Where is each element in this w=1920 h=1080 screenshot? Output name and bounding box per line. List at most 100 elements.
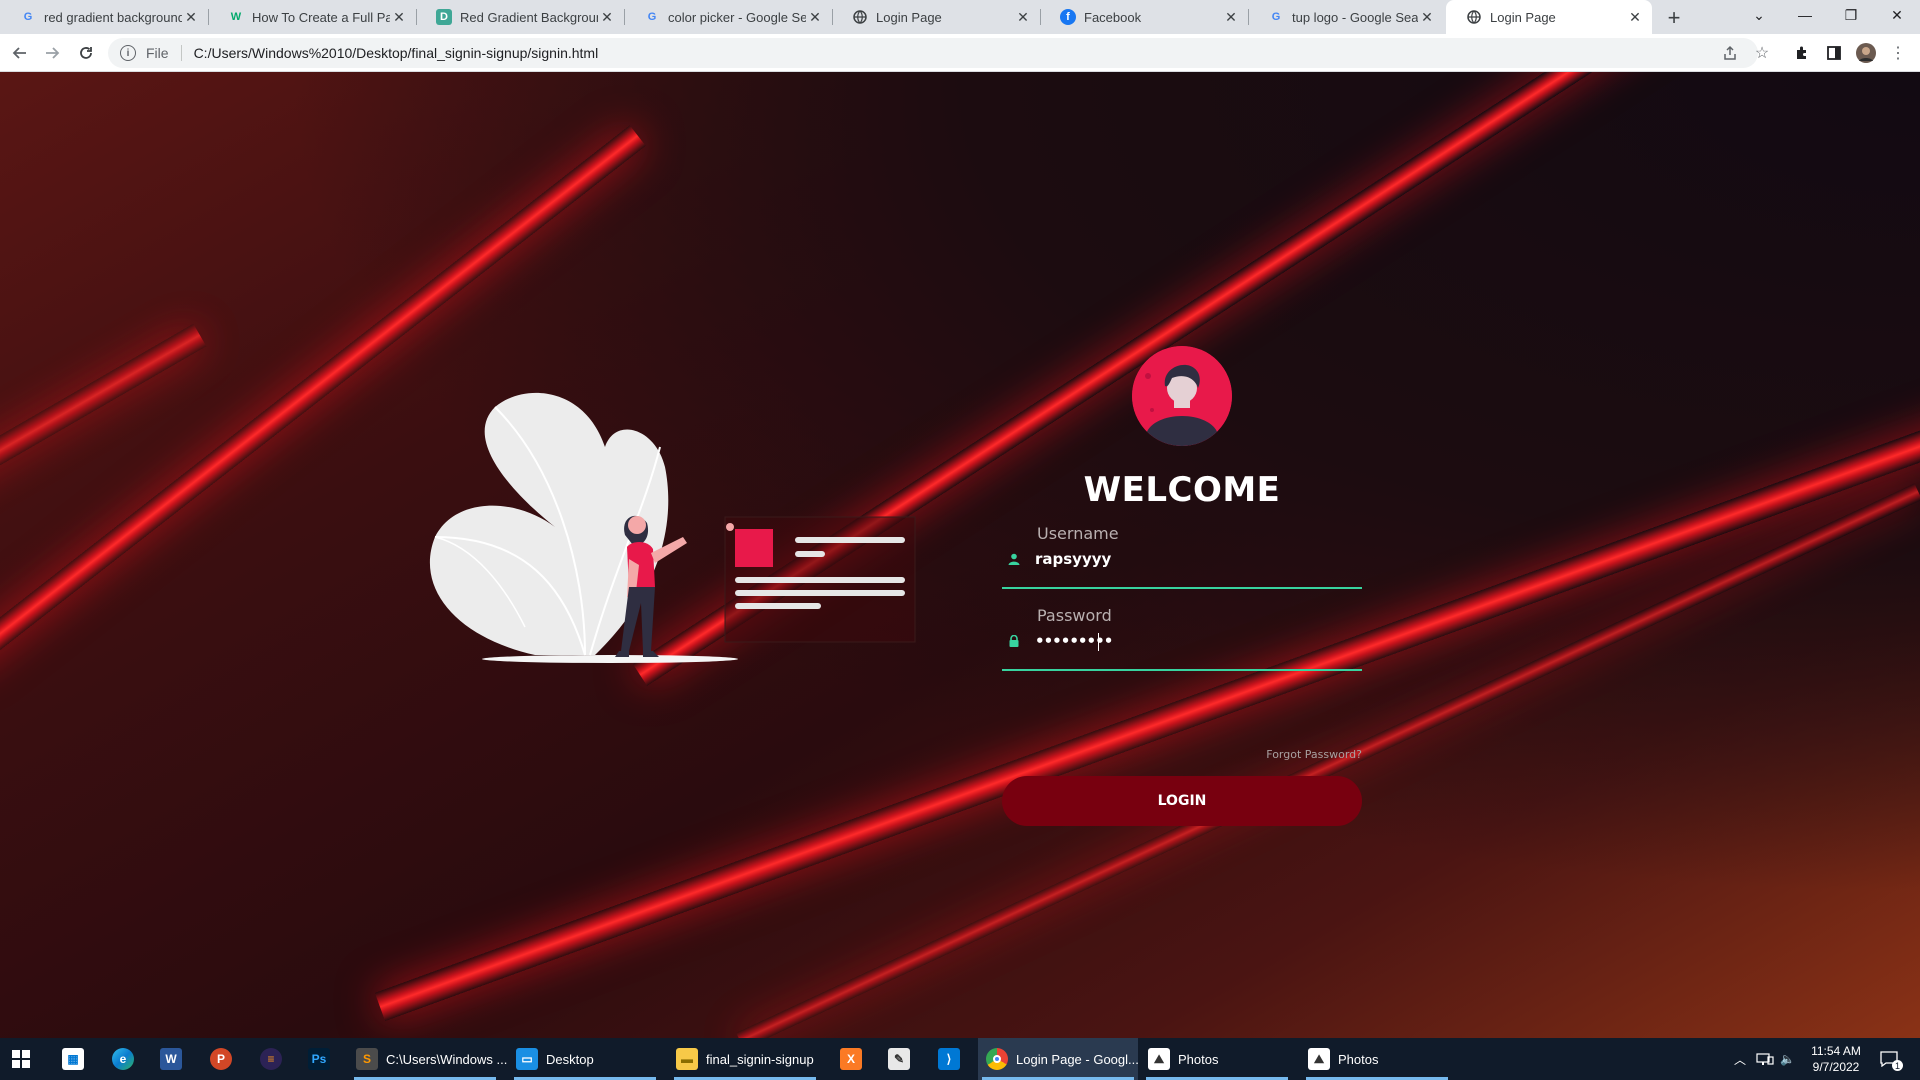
- window-close-icon[interactable]: ✕: [1874, 0, 1920, 30]
- vscode-app[interactable]: ⟩: [938, 1038, 960, 1080]
- username-input[interactable]: rapsyyyy: [1035, 550, 1111, 568]
- globe-icon: [852, 9, 868, 25]
- notepad-app[interactable]: ✎: [888, 1038, 910, 1080]
- login-page: WELCOME Username rapsyyyy Password •••••…: [0, 72, 1920, 1038]
- google-icon: G: [647, 11, 657, 23]
- tab-red-gradient-search[interactable]: G red gradient background - ✕: [0, 0, 208, 34]
- profile-avatar[interactable]: [1854, 41, 1878, 65]
- minimize-icon[interactable]: —: [1782, 0, 1828, 30]
- share-icon[interactable]: [1718, 41, 1742, 65]
- tray-overflow-icon[interactable]: ︿: [1734, 1038, 1746, 1080]
- vscode-icon: ⟩: [938, 1048, 960, 1070]
- photos-window-2[interactable]: ⛰ Photos: [1302, 1038, 1452, 1080]
- notepad-icon: ✎: [888, 1048, 910, 1070]
- tab-title: Login Page: [1490, 9, 1556, 25]
- tab-search-icon[interactable]: ⌄: [1736, 0, 1782, 30]
- explorer-window[interactable]: ▬ final_signin-signup: [670, 1038, 820, 1080]
- xampp-app[interactable]: X: [840, 1038, 862, 1080]
- info-icon[interactable]: i: [120, 45, 136, 61]
- reload-icon[interactable]: [74, 41, 98, 65]
- facebook-icon: f: [1060, 9, 1076, 25]
- photoshop-app[interactable]: Ps: [308, 1038, 330, 1080]
- taskbar-label: Login Page - Googl...: [1016, 1051, 1139, 1067]
- volume-icon[interactable]: 🔈: [1780, 1038, 1795, 1080]
- photos-icon: ⛰: [1148, 1048, 1170, 1070]
- notification-center[interactable]: 1: [1880, 1038, 1903, 1080]
- windows-start-icon: [12, 1050, 30, 1068]
- tab-tup-logo[interactable]: G tup logo - Google Search ✕: [1248, 0, 1444, 34]
- password-input[interactable]: •••••••••: [1035, 632, 1113, 650]
- restore-icon[interactable]: ❐: [1828, 0, 1874, 30]
- edge-app[interactable]: e: [112, 1038, 134, 1080]
- sublime-window[interactable]: S C:\Users\Windows ...: [350, 1038, 507, 1080]
- red-light-beam: [0, 323, 207, 497]
- word-icon: W: [160, 1048, 182, 1070]
- new-tab-button[interactable]: +: [1660, 4, 1688, 32]
- login-button[interactable]: LOGIN: [1002, 776, 1362, 826]
- user-avatar-icon: [1132, 346, 1232, 446]
- globe-icon: [1466, 9, 1482, 25]
- tab-title: red gradient background -: [44, 9, 182, 25]
- google-icon: G: [1271, 11, 1281, 23]
- url-text[interactable]: C:/Users/Windows%2010/Desktop/final_sign…: [194, 45, 599, 61]
- close-icon[interactable]: ✕: [598, 8, 616, 26]
- tab-facebook[interactable]: f Facebook ✕: [1040, 0, 1248, 34]
- text-cursor: [1098, 633, 1099, 651]
- close-icon[interactable]: ✕: [1222, 8, 1240, 26]
- start-button[interactable]: [12, 1038, 30, 1080]
- side-panel-icon[interactable]: [1822, 41, 1846, 65]
- tab-title: Login Page: [876, 9, 942, 25]
- xampp-icon: X: [840, 1048, 862, 1070]
- password-underline: [1002, 669, 1362, 671]
- bookmark-star-icon[interactable]: ☆: [1750, 41, 1774, 65]
- tab-login-page[interactable]: Login Page ✕: [832, 0, 1040, 34]
- windows-taskbar: ▦ e W P ≡ Ps S C:\Users\Windows ... ▭ De…: [0, 1038, 1920, 1080]
- woman-login-illustration: [429, 392, 916, 663]
- desktop-window[interactable]: ▭ Desktop: [510, 1038, 660, 1080]
- browser-toolbar: i File C:/Users/Windows%2010/Desktop/fin…: [0, 34, 1920, 72]
- eclipse-icon: ≡: [260, 1048, 282, 1070]
- store-app[interactable]: ▦: [62, 1038, 84, 1080]
- tab-how-to-create[interactable]: W How To Create a Full Page ✕: [208, 0, 416, 34]
- tab-color-picker[interactable]: G color picker - Google Sear ✕: [624, 0, 832, 34]
- word-app[interactable]: W: [160, 1038, 182, 1080]
- chrome-window[interactable]: Login Page - Googl...: [978, 1038, 1139, 1080]
- chrome-icon: [986, 1048, 1008, 1070]
- user-icon: [1008, 553, 1020, 565]
- photos-icon: ⛰: [1308, 1048, 1330, 1070]
- close-icon[interactable]: ✕: [1626, 8, 1644, 26]
- close-icon[interactable]: ✕: [182, 8, 200, 26]
- desktop-icon: ▭: [516, 1048, 538, 1070]
- extensions-icon[interactable]: [1790, 41, 1814, 65]
- forward-icon[interactable]: [40, 41, 64, 65]
- forgot-password-link[interactable]: Forgot Password?: [1200, 748, 1362, 761]
- scheme-label: File: [146, 45, 182, 61]
- menu-icon[interactable]: ⋮: [1886, 41, 1910, 65]
- username-underline: [1002, 587, 1362, 589]
- store-icon: ▦: [62, 1048, 84, 1070]
- back-icon[interactable]: [8, 41, 32, 65]
- tab-title: How To Create a Full Page: [252, 9, 390, 25]
- tab-red-gradient-background[interactable]: D Red Gradient Background ✕: [416, 0, 624, 34]
- lock-icon: [1009, 635, 1019, 647]
- google-icon: G: [23, 11, 33, 23]
- tab-title: color picker - Google Sear: [668, 9, 806, 25]
- photos-window-1[interactable]: ⛰ Photos: [1142, 1038, 1292, 1080]
- photoshop-icon: Ps: [308, 1048, 330, 1070]
- clock-date: 9/7/2022: [1812, 1060, 1860, 1074]
- system-clock[interactable]: 11:54 AM 9/7/2022: [1800, 1043, 1872, 1075]
- powerpoint-app[interactable]: P: [210, 1038, 232, 1080]
- network-icon[interactable]: [1756, 1038, 1774, 1080]
- close-icon[interactable]: ✕: [1418, 8, 1436, 26]
- taskbar-label: Photos: [1338, 1051, 1379, 1067]
- close-icon[interactable]: ✕: [806, 8, 824, 26]
- close-icon[interactable]: ✕: [390, 8, 408, 26]
- close-icon[interactable]: ✕: [1014, 8, 1032, 26]
- tab-title: tup logo - Google Search: [1292, 9, 1418, 25]
- address-bar[interactable]: i File C:/Users/Windows%2010/Desktop/fin…: [108, 38, 1758, 68]
- tab-login-page-active[interactable]: Login Page ✕: [1446, 0, 1652, 34]
- tab-title: Facebook: [1084, 9, 1142, 25]
- eclipse-app[interactable]: ≡: [260, 1038, 282, 1080]
- taskbar-label: Desktop: [546, 1051, 594, 1067]
- username-label: Username: [1037, 524, 1119, 543]
